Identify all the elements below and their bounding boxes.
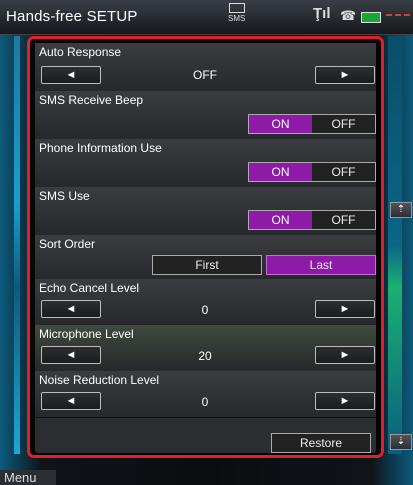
right-arrow-icon: ►: [339, 349, 351, 361]
left-arrow-icon: ◄: [65, 349, 77, 361]
left-arrow-icon: ◄: [65, 395, 77, 407]
echo-cancel-right-button[interactable]: ►: [315, 300, 375, 318]
auto-response-right-button[interactable]: ►: [315, 66, 375, 84]
microphone-level-label: Microphone Level: [39, 327, 134, 341]
phone-icon: ☎: [340, 8, 357, 23]
sort-last-button[interactable]: Last: [266, 255, 376, 275]
menu-button[interactable]: Menu: [0, 470, 56, 485]
sms-receive-beep-off-button[interactable]: OFF: [312, 115, 375, 133]
phone-information-use-row: Phone Information Use ON OFF: [35, 139, 376, 188]
sms-receive-beep-on-button[interactable]: ON: [249, 115, 312, 133]
left-arrow-icon: ◄: [65, 303, 77, 315]
scroll-down-button[interactable]: ⇣: [390, 434, 412, 450]
header-bar: Hands-free SETUP SMS Ţıl ☎: [0, 0, 413, 35]
echo-cancel-level-row: Echo Cancel Level ◄ 0 ►: [35, 279, 376, 326]
microphone-level-value: 20: [198, 349, 212, 363]
scroll-down-icon: ⇣: [396, 436, 406, 447]
sms-use-toggle: ON OFF: [248, 210, 376, 230]
auto-response-row: Auto Response ◄ OFF ►: [35, 43, 376, 92]
noise-reduction-right-button[interactable]: ►: [315, 392, 375, 410]
right-arrow-icon: ►: [339, 395, 351, 407]
echo-cancel-level-value: 0: [201, 303, 209, 317]
microphone-level-row: Microphone Level ◄ 20 ►: [35, 325, 376, 372]
right-arrow-icon: ►: [339, 69, 351, 81]
sms-use-row: SMS Use ON OFF: [35, 187, 376, 236]
sms-receive-beep-toggle: ON OFF: [248, 114, 376, 134]
sms-label: SMS: [228, 14, 246, 23]
phone-information-use-label: Phone Information Use: [39, 141, 162, 155]
restore-button[interactable]: Restore: [271, 433, 371, 453]
scroll-up-icon: ⇡: [396, 204, 406, 215]
phone-information-use-off-button[interactable]: OFF: [312, 163, 375, 181]
left-arrow-icon: ◄: [65, 69, 77, 81]
phone-information-use-toggle: ON OFF: [248, 162, 376, 182]
right-arrow-icon: ►: [339, 303, 351, 315]
right-decor-strip: [388, 36, 402, 454]
phone-information-use-on-button[interactable]: ON: [249, 163, 312, 181]
noise-reduction-left-button[interactable]: ◄: [41, 392, 101, 410]
sms-use-on-button[interactable]: ON: [249, 211, 312, 229]
noise-reduction-level-label: Noise Reduction Level: [39, 373, 160, 387]
auto-response-left-button[interactable]: ◄: [41, 66, 101, 84]
battery-icon: [361, 12, 381, 23]
echo-cancel-level-label: Echo Cancel Level: [39, 281, 140, 295]
auto-response-value: OFF: [193, 68, 217, 82]
status-dots: [386, 14, 410, 16]
screen: Hands-free SETUP SMS Ţıl ☎ Auto Response…: [0, 0, 413, 485]
settings-frame: Auto Response ◄ OFF ► SMS Receive Beep O…: [27, 36, 384, 458]
page-title: Hands-free SETUP: [6, 8, 138, 25]
echo-cancel-left-button[interactable]: ◄: [41, 300, 101, 318]
sort-first-button[interactable]: First: [152, 255, 262, 275]
auto-response-label: Auto Response: [39, 45, 122, 59]
scroll-up-button[interactable]: ⇡: [390, 202, 412, 218]
noise-reduction-level-row: Noise Reduction Level ◄ 0 ►: [35, 371, 376, 418]
sort-order-row: Sort Order First Last: [35, 235, 376, 280]
sms-use-off-button[interactable]: OFF: [312, 211, 375, 229]
sort-order-label: Sort Order: [39, 237, 96, 251]
sms-icon: SMS: [228, 3, 245, 23]
sms-receive-beep-row: SMS Receive Beep ON OFF: [35, 91, 376, 140]
microphone-right-button[interactable]: ►: [315, 346, 375, 364]
sms-receive-beep-label: SMS Receive Beep: [39, 93, 144, 107]
settings-panel: Auto Response ◄ OFF ► SMS Receive Beep O…: [35, 43, 376, 453]
microphone-left-button[interactable]: ◄: [41, 346, 101, 364]
left-decor-strip: [14, 36, 20, 454]
noise-reduction-level-value: 0: [201, 395, 209, 409]
sms-use-label: SMS Use: [39, 189, 90, 203]
signal-icon: Ţıl: [313, 5, 331, 22]
